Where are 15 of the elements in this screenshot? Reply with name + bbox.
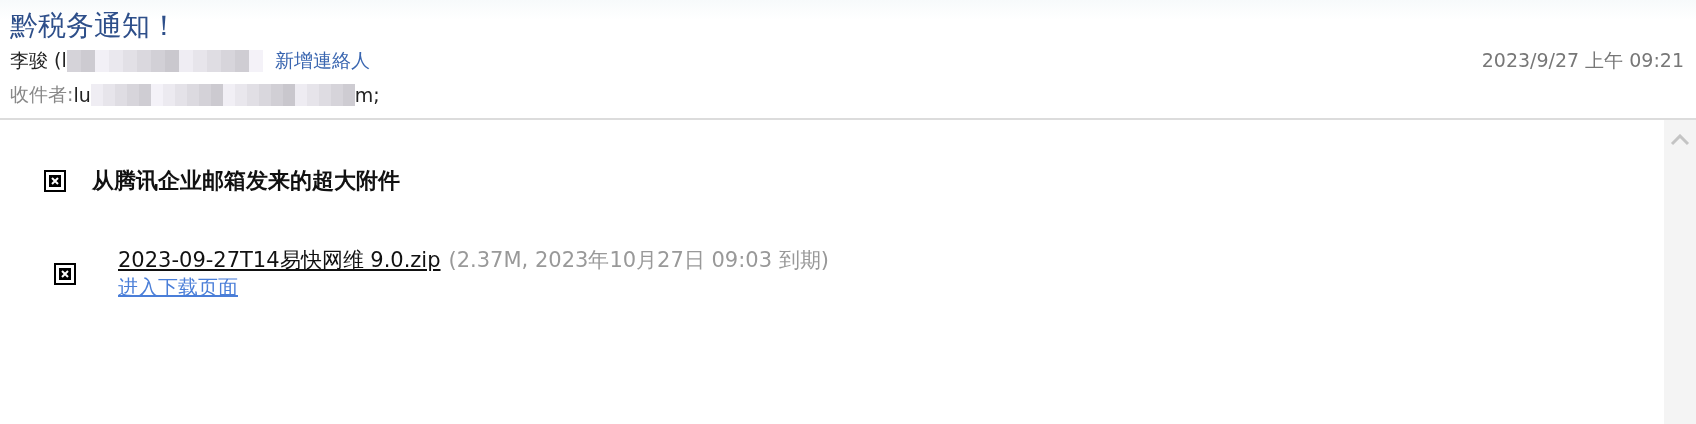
file-info: (2.37M, 2023年10月27日 09:03 到期)	[448, 247, 829, 274]
attachment-heading: 从腾讯企业邮箱发来的超大附件	[92, 167, 400, 195]
broken-image-icon	[54, 262, 76, 285]
broken-image-icon	[44, 170, 66, 192]
email-subject: 黔税务通知！	[10, 8, 179, 44]
recipient-address-start: lu	[73, 84, 91, 106]
scrollbar[interactable]	[1664, 120, 1696, 424]
recipient-label: 收件者:	[10, 82, 74, 107]
file-link[interactable]: 2023-09-27T14易快网维 9.0.zip	[118, 246, 441, 274]
add-contact-link[interactable]: 新增連絡人	[274, 48, 370, 74]
email-date: 2023/9/27 上午 09:21	[1481, 48, 1685, 73]
scroll-up-icon[interactable]	[1670, 134, 1690, 146]
recipient-address-end: m;	[354, 84, 380, 106]
download-page-link[interactable]: 进入下载页面	[118, 274, 238, 301]
sender-name: 李骏 (l	[10, 48, 67, 73]
